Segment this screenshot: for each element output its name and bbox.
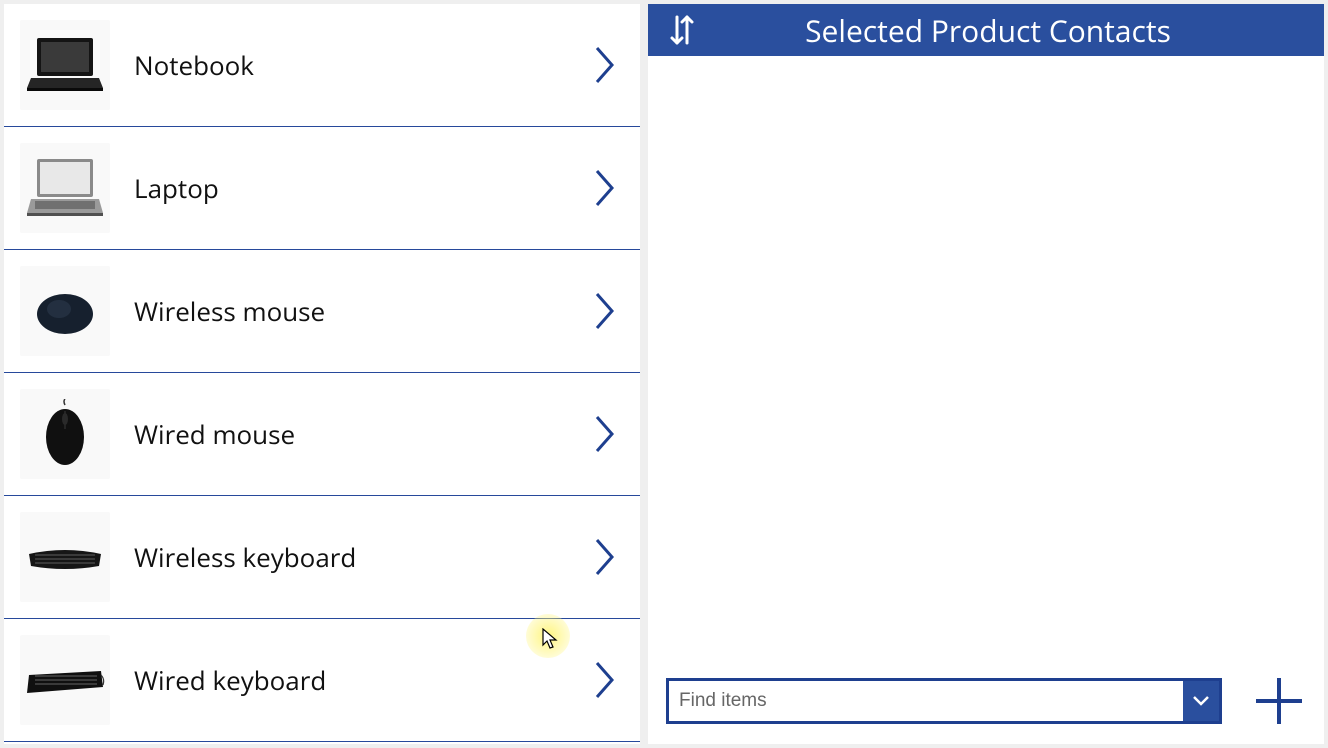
chevron-down-icon[interactable] bbox=[1183, 681, 1219, 721]
product-row-wired-mouse[interactable]: Wired mouse bbox=[4, 373, 640, 496]
product-label: Notebook bbox=[110, 47, 594, 83]
product-list-panel[interactable]: Notebook Laptop bbox=[4, 4, 640, 744]
product-label: Wireless mouse bbox=[110, 293, 594, 329]
product-thumb-wired-keyboard bbox=[20, 635, 110, 725]
add-button[interactable] bbox=[1254, 676, 1304, 726]
product-thumb-wired-mouse bbox=[20, 389, 110, 479]
contacts-body bbox=[648, 56, 1324, 666]
product-label: Laptop bbox=[110, 170, 594, 206]
contacts-panel: Selected Product Contacts bbox=[648, 4, 1324, 744]
chevron-right-icon bbox=[594, 45, 616, 85]
product-label: Wired keyboard bbox=[110, 662, 594, 698]
product-row-wireless-mouse[interactable]: Wireless mouse bbox=[4, 250, 640, 373]
product-row-wired-keyboard[interactable]: Wired keyboard bbox=[4, 619, 640, 742]
chevron-right-icon bbox=[594, 168, 616, 208]
chevron-right-icon bbox=[594, 660, 616, 700]
contacts-header: Selected Product Contacts bbox=[648, 4, 1324, 56]
product-label: Wired mouse bbox=[110, 416, 594, 452]
chevron-right-icon bbox=[594, 414, 616, 454]
chevron-right-icon bbox=[594, 291, 616, 331]
contacts-footer bbox=[648, 666, 1324, 744]
sort-icon[interactable] bbox=[668, 13, 696, 47]
product-row-wireless-keyboard[interactable]: Wireless keyboard bbox=[4, 496, 640, 619]
product-row-notebook[interactable]: Notebook bbox=[4, 4, 640, 127]
product-thumb-wireless-keyboard bbox=[20, 512, 110, 602]
product-thumb-notebook bbox=[20, 20, 110, 110]
contacts-title: Selected Product Contacts bbox=[712, 10, 1304, 51]
find-items-combo[interactable] bbox=[666, 678, 1222, 724]
app-container: Notebook Laptop bbox=[0, 0, 1328, 748]
chevron-right-icon bbox=[594, 537, 616, 577]
find-items-input[interactable] bbox=[669, 681, 1183, 721]
product-thumb-wireless-mouse bbox=[20, 266, 110, 356]
product-row-laptop[interactable]: Laptop bbox=[4, 127, 640, 250]
product-thumb-laptop bbox=[20, 143, 110, 233]
product-label: Wireless keyboard bbox=[110, 539, 594, 575]
